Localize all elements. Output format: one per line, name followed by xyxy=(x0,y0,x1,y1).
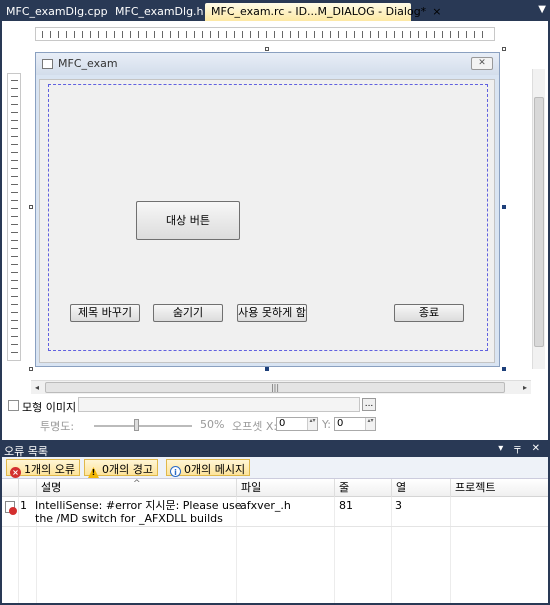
table-row[interactable]: 1 IntelliSense: #error 지시문: Please use t… xyxy=(2,497,548,527)
offset-y-label: Y: xyxy=(322,418,331,431)
horizontal-scroll-thumb[interactable]: ||| xyxy=(45,382,505,393)
column-header-description[interactable]: 설명 ^ xyxy=(36,479,236,497)
dialog-close-icon[interactable]: ✕ xyxy=(471,57,493,70)
tab-label: MFC_exam.rc - ID...M_DIALOG - Dialog* xyxy=(211,5,427,18)
column-header-index[interactable] xyxy=(18,479,36,497)
row-column: 3 xyxy=(395,499,402,512)
resize-handle-corner[interactable] xyxy=(502,367,506,371)
column-header-file[interactable]: 파일 xyxy=(236,479,334,497)
opacity-value: 50% xyxy=(200,418,225,431)
offset-y-value: 0 xyxy=(337,418,344,429)
resize-handle-left[interactable] xyxy=(29,205,33,209)
errors-count-label: 1개의 오류 xyxy=(24,463,75,476)
column-header-icon[interactable] xyxy=(2,479,18,497)
sort-ascending-icon: ^ xyxy=(133,479,141,489)
resize-handle-top-right[interactable] xyxy=(502,47,506,51)
warning-icon: ! xyxy=(88,467,99,478)
tab-mfc-exam-rc-dialog[interactable]: MFC_exam.rc - ID...M_DIALOG - Dialog* × xyxy=(205,3,441,21)
error-list-body: × 1개의 오류 ! 0개의 경고 i 0개의 메시지 설명 ^ 파일 줄 열 프로젝… xyxy=(2,457,548,603)
vertical-scroll-thumb[interactable] xyxy=(534,97,544,347)
row-file: afxver_.h xyxy=(240,499,291,512)
warnings-filter-button[interactable]: ! 0개의 경고 xyxy=(84,459,158,478)
error-grid-header: 설명 ^ 파일 줄 열 프로젝트 xyxy=(2,479,548,497)
column-header-project[interactable]: 프로젝트 xyxy=(450,479,548,497)
offset-x-value: 0 xyxy=(279,418,286,429)
tab-label: MFC_examDlg.h xyxy=(115,5,204,18)
dialog-editor: MFC_exam ✕ 대상 버튼 제목 바꾸기 숨기기 사용 못하게 함 종료 … xyxy=(2,21,548,440)
spin-arrows-icon[interactable]: ▴▾ xyxy=(365,418,375,430)
scroll-left-icon[interactable]: ◂ xyxy=(31,381,43,394)
error-list-panel: 오류 목록 ▾ ╤ ✕ × 1개의 오류 ! 0개의 경고 i 0개의 메시지 설명 … xyxy=(0,441,550,605)
panel-window-controls-icon[interactable]: ▾ ╤ ✕ xyxy=(498,443,544,454)
change-title-button[interactable]: 제목 바꾸기 xyxy=(70,304,140,322)
dialog-title-bar: MFC_exam ✕ xyxy=(36,53,499,75)
offset-x-label: 오프셋 X: xyxy=(232,420,278,433)
column-header-column[interactable]: 열 xyxy=(391,479,450,497)
modal-image-label: 모형 이미지 xyxy=(22,401,77,414)
scroll-right-icon[interactable]: ▸ xyxy=(519,381,531,394)
vertical-scrollbar[interactable] xyxy=(532,69,545,369)
errors-filter-button[interactable]: × 1개의 오류 xyxy=(6,459,80,478)
warnings-count-label: 0개의 경고 xyxy=(102,463,153,476)
tab-dropdown-icon[interactable]: ▼ xyxy=(538,4,546,15)
tab-mfc-examdlg-h[interactable]: MFC_examDlg.h xyxy=(109,3,210,21)
browse-button[interactable]: ... xyxy=(362,398,376,411)
info-icon: i xyxy=(170,466,181,477)
opacity-label: 투명도: xyxy=(40,420,75,433)
exit-button[interactable]: 종료 xyxy=(394,304,464,322)
disable-button[interactable]: 사용 못하게 함 xyxy=(237,304,307,322)
guide-image-properties: 모형 이미지 ... 투명도: 50% 오프셋 X: 0 ▴▾ Y: 0 ▴▾ xyxy=(2,396,548,440)
vertical-ruler xyxy=(7,73,21,361)
resize-handle-bottom[interactable] xyxy=(265,367,269,371)
resize-handle-top[interactable] xyxy=(265,47,269,51)
row-description: IntelliSense: #error 지시문: Please use the… xyxy=(35,499,242,525)
horizontal-ruler xyxy=(35,27,495,41)
image-path-field[interactable] xyxy=(78,397,360,412)
modal-image-checkbox[interactable] xyxy=(8,400,19,411)
offset-y-spinner[interactable]: 0 ▴▾ xyxy=(334,417,376,431)
offset-x-spinner[interactable]: 0 ▴▾ xyxy=(276,417,318,431)
spin-arrows-icon[interactable]: ▴▾ xyxy=(307,418,317,430)
target-button[interactable]: 대상 버튼 xyxy=(136,201,240,240)
messages-filter-button[interactable]: i 0개의 메시지 xyxy=(166,459,251,477)
designed-dialog[interactable]: MFC_exam ✕ 대상 버튼 제목 바꾸기 숨기기 사용 못하게 함 종료 xyxy=(35,52,500,367)
horizontal-scrollbar[interactable]: ◂ ||| ▸ xyxy=(31,380,531,394)
opacity-slider[interactable] xyxy=(94,425,192,427)
dialog-title: MFC_exam xyxy=(58,57,118,70)
resize-handle-bottom-left[interactable] xyxy=(29,367,33,371)
messages-count-label: 0개의 메시지 xyxy=(184,463,246,476)
column-header-line[interactable]: 줄 xyxy=(334,479,391,497)
row-index: 1 xyxy=(20,499,27,512)
row-line: 81 xyxy=(339,499,353,512)
error-document-icon xyxy=(5,501,17,515)
tab-label: MFC_examDlg.cpp xyxy=(6,5,108,18)
error-icon: × xyxy=(10,467,21,478)
close-tab-icon[interactable]: × xyxy=(432,5,441,18)
tab-mfc-examdlg-cpp[interactable]: MFC_examDlg.cpp xyxy=(0,3,114,21)
hide-button[interactable]: 숨기기 xyxy=(153,304,223,322)
document-tab-strip: MFC_examDlg.cpp MFC_examDlg.h MFC_exam.r… xyxy=(0,0,550,21)
dialog-client-area[interactable]: 대상 버튼 제목 바꾸기 숨기기 사용 못하게 함 종료 xyxy=(39,79,495,363)
error-filter-bar: × 1개의 오류 ! 0개의 경고 i 0개의 메시지 xyxy=(2,457,548,479)
resize-handle-right[interactable] xyxy=(502,205,506,209)
app-window-icon xyxy=(42,59,53,69)
opacity-slider-thumb[interactable] xyxy=(134,419,139,431)
